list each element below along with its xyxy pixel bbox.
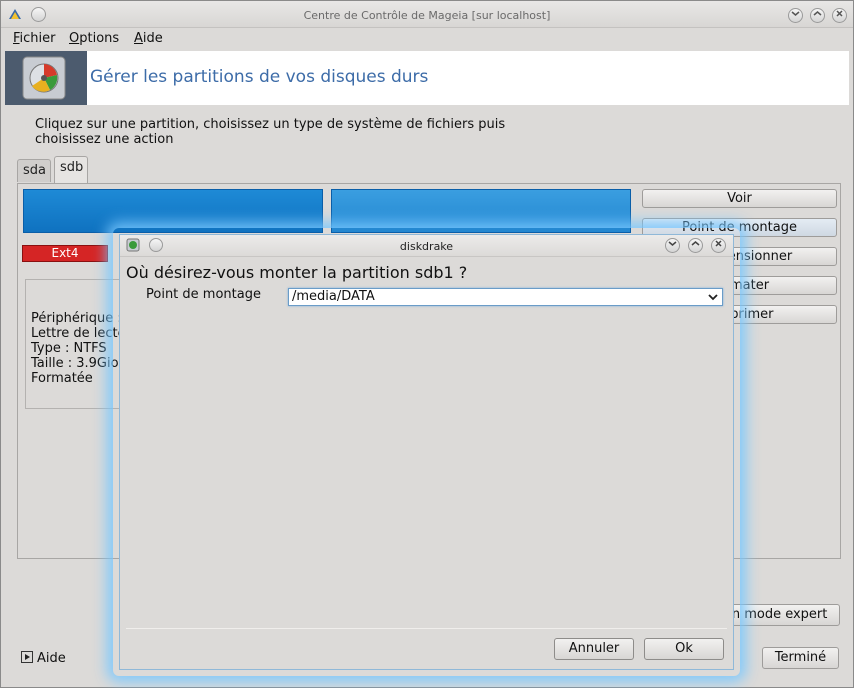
- view-button[interactable]: Voir: [642, 189, 837, 208]
- tab-sdb[interactable]: sdb: [54, 156, 88, 183]
- menu-fichier[interactable]: Fichier: [13, 31, 56, 46]
- partition-bar-sdb2[interactable]: [331, 189, 631, 233]
- banner: Gérer les partitions de vos disques durs: [5, 51, 849, 105]
- menu-options[interactable]: Options: [69, 31, 119, 46]
- instructions-line-1: Cliquez sur une partition, choisissez un…: [35, 117, 506, 132]
- tab-sda[interactable]: sda: [17, 159, 51, 182]
- done-button[interactable]: Terminé: [762, 647, 839, 669]
- menu-options-label: ptions: [79, 31, 120, 46]
- menu-fichier-label: ichier: [19, 31, 56, 46]
- window-title: Centre de Contrôle de Mageia [sur localh…: [303, 9, 551, 22]
- diskdrake-dialog: diskdrake Où désirez-vous monter la part…: [119, 234, 734, 670]
- partition-type-ext4: Ext4: [22, 245, 108, 262]
- partition-bar-sdb1[interactable]: [23, 189, 323, 233]
- chevron-down-icon: [668, 241, 677, 246]
- mount-point-combobox[interactable]: /media/DATA: [288, 288, 723, 306]
- chevron-up-icon: [813, 11, 822, 16]
- info-type: Type : NTFS: [31, 341, 107, 356]
- expand-triangle-icon: [21, 651, 33, 663]
- dialog-title: diskdrake: [399, 240, 454, 253]
- dialog-titlebar[interactable]: diskdrake: [120, 235, 733, 257]
- dialog-minimize-button[interactable]: [665, 238, 680, 253]
- info-formatted: Formatée: [31, 371, 93, 386]
- mount-point-value: /media/DATA: [292, 289, 375, 304]
- harddisk-icon: [5, 51, 87, 105]
- ok-button[interactable]: Ok: [644, 638, 724, 660]
- info-device: Périphérique :: [31, 311, 122, 326]
- help-toggle[interactable]: Aide: [21, 651, 66, 666]
- menu-aide-mnemonic: A: [134, 31, 143, 46]
- info-drive-letter: Lettre de lecte: [31, 326, 126, 341]
- banner-title: Gérer les partitions de vos disques durs: [90, 67, 429, 87]
- instructions: Cliquez sur une partition, choisissez un…: [35, 117, 535, 147]
- chevron-down-icon: [791, 11, 800, 16]
- minimize-button[interactable]: [788, 8, 803, 23]
- dialog-close-button[interactable]: [711, 238, 726, 253]
- close-icon: [715, 240, 722, 247]
- mount-point-label: Point de montage: [146, 287, 261, 302]
- dialog-heading: Où désirez-vous monter la partition sdb1…: [126, 263, 468, 282]
- close-icon: [836, 10, 843, 17]
- harddisk-icon-graphic: [22, 56, 66, 100]
- help-label: Aide: [37, 651, 66, 666]
- close-button[interactable]: [832, 8, 847, 23]
- cancel-button[interactable]: Annuler: [554, 638, 634, 660]
- menu-aide[interactable]: Aide: [134, 31, 163, 46]
- window-titlebar[interactable]: Centre de Contrôle de Mageia [sur localh…: [1, 1, 853, 28]
- menu-options-mnemonic: O: [69, 31, 80, 46]
- chevron-up-icon: [691, 241, 700, 246]
- dialog-maximize-button[interactable]: [688, 238, 703, 253]
- menu-aide-label: ide: [142, 31, 163, 46]
- instructions-line-2: choisissez une action: [35, 132, 174, 147]
- menubar: Fichier Options Aide: [1, 28, 853, 50]
- maximize-button[interactable]: [810, 8, 825, 23]
- dialog-separator: [126, 628, 727, 629]
- chevron-down-icon: [708, 294, 718, 301]
